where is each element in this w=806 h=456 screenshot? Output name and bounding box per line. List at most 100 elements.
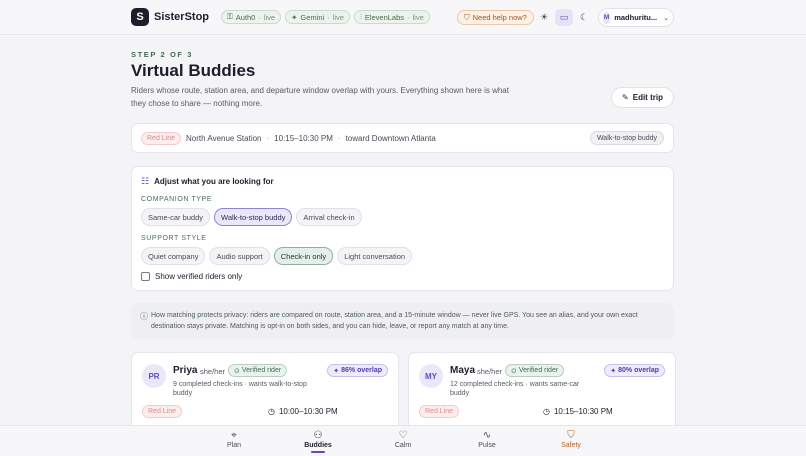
route-summary: Red Line North Avenue Station · 10:15–10…	[131, 123, 674, 153]
integration-name: ElevenLabs	[364, 12, 405, 22]
check-circle-icon: ⊙	[234, 367, 240, 375]
buddy-name: Priya	[173, 365, 198, 376]
integration-name: Auth0	[235, 12, 256, 22]
sparkle-icon: ✦	[291, 12, 298, 22]
nav-item-pulse[interactable]: ∿ Pulse	[467, 429, 507, 449]
display-mode-button[interactable]: ▭	[555, 9, 573, 26]
waveform-icon: ⫶	[359, 12, 362, 21]
dark-mode-button[interactable]: ☾	[575, 9, 593, 26]
info-icon: ⓘ	[140, 312, 148, 321]
overlap-badge: ✦ 86% overlap	[327, 364, 388, 377]
edit-trip-label: Edit trip	[632, 93, 663, 102]
buddy-time: ◷ 10:15–10:30 PM	[543, 407, 613, 416]
verified-only-label: Show verified riders only	[155, 272, 243, 281]
companion-mode-badge: Walk-to-stop buddy	[589, 131, 664, 145]
monitor-icon: ▭	[559, 12, 569, 22]
app-logo[interactable]: S	[131, 8, 149, 26]
dot-separator: ·	[266, 133, 270, 143]
overlap-value: 86% overlap	[341, 367, 382, 374]
page-description: Riders whose route, station area, and de…	[131, 86, 509, 108]
buddy-time-value: 10:00–10:30 PM	[278, 407, 338, 416]
top-bar: S SisterStop ⚿ Auth0 · live ✦ Gemini · l…	[0, 0, 806, 35]
integration-status-list: ⚿ Auth0 · live ✦ Gemini · live ⫶ ElevenL…	[221, 10, 430, 24]
step-indicator: STEP 2 OF 3	[131, 50, 194, 59]
companion-type-label: COMPANION TYPE	[141, 196, 213, 203]
nav-label: Pulse	[478, 442, 496, 449]
integration-status: live	[263, 12, 276, 22]
avatar: M	[603, 11, 611, 24]
edit-trip-button[interactable]: ✎ Edit trip	[611, 87, 674, 108]
companion-type-options: Same-car buddy Walk-to-stop buddy Arriva…	[141, 208, 664, 226]
verified-only-checkbox[interactable]	[141, 272, 150, 281]
sparkle-icon: ✦	[610, 367, 617, 375]
nav-item-calm[interactable]: ♡ Calm	[383, 429, 423, 449]
light-mode-button[interactable]: ☀	[535, 9, 553, 26]
buddy-card[interactable]: MY Maya she/her ⊙ Verified rider ✦ 80% o…	[408, 352, 676, 432]
buddy-time: ◷ 10:00–10:30 PM	[268, 407, 338, 416]
clock-icon: ◷	[268, 407, 275, 416]
chevron-down-icon: ⌄	[663, 14, 669, 22]
privacy-note: ⓘ How matching protects privacy: riders …	[131, 303, 674, 339]
support-style-options: Quiet company Audio support Check-in onl…	[141, 247, 664, 265]
verified-label: Verified rider	[518, 367, 559, 374]
user-name: madhuritu...	[614, 13, 658, 22]
map-pin-icon: ⌖	[231, 430, 237, 441]
shield-icon: ⛉	[464, 12, 470, 22]
dot-separator: ·	[337, 133, 341, 143]
users-icon: ⚇	[313, 430, 323, 441]
nav-label: Plan	[226, 442, 241, 449]
buddy-meta: 9 completed check-ins · wants walk-to-st…	[173, 381, 307, 397]
option-audio-support[interactable]: Audio support	[209, 247, 270, 265]
buddy-card[interactable]: PR Priya she/her ⊙ Verified rider ✦ 86% …	[131, 352, 399, 432]
sliders-icon: ☷	[141, 176, 150, 186]
option-same-car-buddy[interactable]: Same-car buddy	[141, 208, 211, 226]
option-arrival-check-in[interactable]: Arrival check-in	[296, 208, 362, 226]
integration-pill-gemini: ✦ Gemini · live	[285, 10, 350, 24]
nav-item-safety[interactable]: ⛉ Safety	[551, 429, 591, 449]
option-check-in-only[interactable]: Check-in only	[273, 247, 334, 265]
nav-item-buddies[interactable]: ⚇ Buddies	[298, 429, 338, 453]
buddy-time-value: 10:15–10:30 PM	[553, 407, 613, 416]
line-badge: Red Line	[142, 405, 183, 418]
buddy-name: Maya	[450, 365, 476, 376]
nav-item-plan[interactable]: ⌖ Plan	[214, 429, 254, 449]
sun-icon: ☀	[539, 12, 549, 22]
overlap-badge: ✦ 80% overlap	[604, 364, 665, 377]
avatar: PR	[142, 364, 166, 388]
heart-icon: ♡	[398, 430, 408, 441]
pencil-icon: ✎	[622, 93, 629, 102]
brand-name[interactable]: SisterStop	[154, 11, 209, 23]
view-toggle-group: ☀ ▭ ☾	[535, 9, 593, 26]
verified-label: Verified rider	[241, 367, 282, 374]
option-light-conversation[interactable]: Light conversation	[337, 247, 413, 265]
privacy-text: How matching protects privacy: riders ar…	[151, 312, 638, 330]
key-icon: ⚿	[227, 12, 233, 21]
line-badge: Red Line	[419, 405, 460, 418]
buddy-pronouns: she/her	[200, 367, 226, 376]
direction: toward Downtown Atlanta	[345, 133, 436, 143]
user-menu[interactable]: M madhuritu... ⌄	[598, 8, 674, 27]
option-quiet-company[interactable]: Quiet company	[141, 247, 206, 265]
need-help-button[interactable]: ⛉ Need help now?	[457, 10, 534, 25]
station-name: North Avenue Station	[186, 133, 262, 143]
page-title: Virtual Buddies	[131, 61, 256, 80]
bottom-nav: ⌖ Plan ⚇ Buddies ♡ Calm ∿ Pulse ⛉ Safety	[0, 425, 806, 456]
need-help-label: Need help now?	[472, 13, 527, 22]
support-style-label: SUPPORT STYLE	[141, 235, 207, 242]
clock-icon: ◷	[543, 407, 550, 416]
preferences-panel: ☷ Adjust what you are looking for COMPAN…	[131, 166, 674, 291]
active-indicator	[311, 451, 325, 453]
activity-icon: ∿	[482, 430, 492, 441]
verified-only-toggle[interactable]: Show verified riders only	[141, 272, 664, 281]
nav-label: Buddies	[304, 442, 332, 449]
avatar: MY	[419, 364, 443, 388]
moon-icon: ☾	[579, 12, 589, 22]
dot-separator: ·	[258, 12, 261, 22]
sparkle-icon: ✦	[333, 367, 340, 375]
buddy-meta: 12 completed check-ins · wants same-car …	[450, 381, 580, 397]
integration-name: Gemini	[300, 12, 325, 22]
option-walk-to-stop-buddy[interactable]: Walk-to-stop buddy	[214, 208, 293, 226]
verified-badge: ⊙ Verified rider	[228, 364, 288, 377]
line-badge: Red Line	[141, 131, 182, 145]
buddy-pronouns: she/her	[477, 367, 503, 376]
